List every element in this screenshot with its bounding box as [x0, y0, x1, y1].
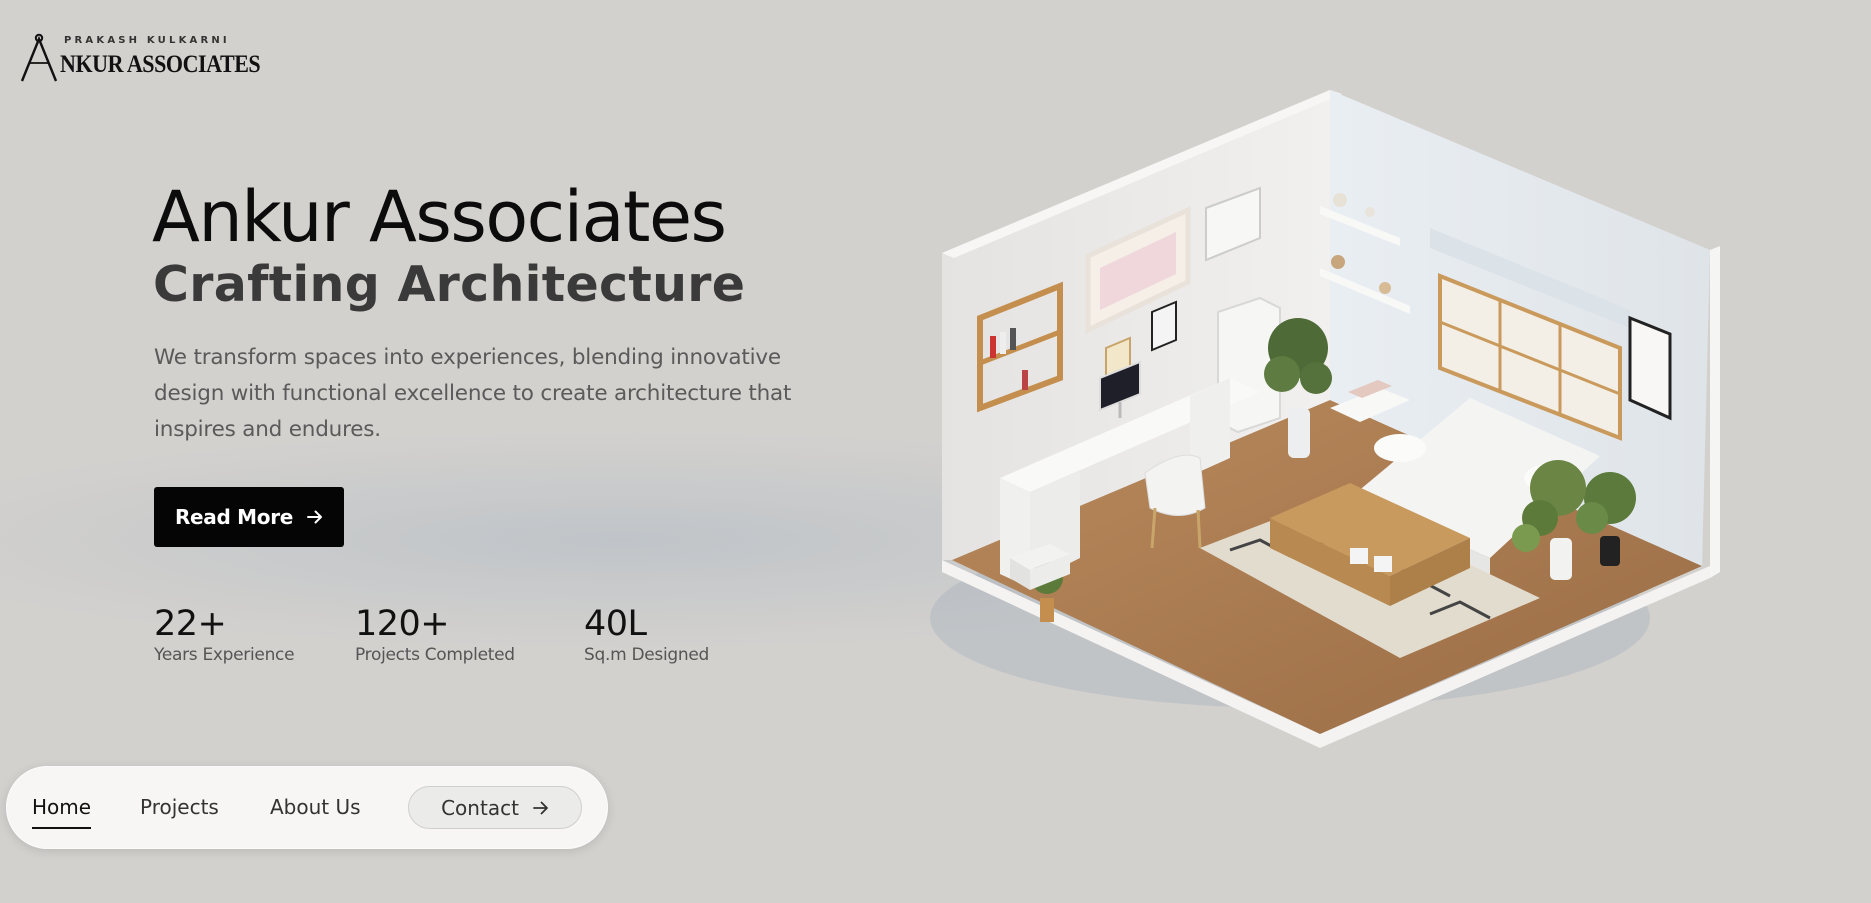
arrow-right-icon — [307, 510, 323, 524]
hero-title: Ankur Associates — [152, 176, 727, 258]
nav-item-about-us[interactable]: About Us — [270, 795, 361, 819]
stat-label: Projects Completed — [355, 645, 515, 665]
wall-poster — [1628, 315, 1672, 421]
arrow-right-icon — [533, 801, 548, 814]
hero-description: We transform spaces into experiences, bl… — [154, 345, 792, 442]
stat-value: 120+ — [355, 604, 450, 644]
hero-subtitle: Crafting Architecture — [153, 256, 746, 313]
read-more-label: Read More — [174, 505, 294, 529]
tall-plant-pot — [1288, 408, 1310, 458]
nav-item-label: Home — [32, 795, 92, 819]
stat-years-experience: 22+ Years Experience — [154, 603, 295, 665]
contact-label: Contact — [441, 795, 519, 820]
compass-a-icon — [20, 33, 58, 82]
stat-value: 40L — [584, 604, 647, 644]
bottom-nav-bar: Home Projects About Us Contact — [6, 766, 608, 849]
nav-item-label: Projects — [140, 795, 219, 819]
floor-plant-stand — [1040, 598, 1054, 622]
read-more-button[interactable]: Read More — [154, 487, 344, 547]
stat-projects-completed: 120+ Projects Completed — [355, 603, 515, 665]
nav-item-projects[interactable]: Projects — [140, 795, 219, 819]
nav-item-home[interactable]: Home — [32, 795, 92, 829]
right-wall-edge — [1710, 246, 1720, 578]
corner-plant-pot — [1600, 536, 1620, 566]
stat-label: Sq.m Designed — [584, 645, 709, 665]
brand-subtitle: PRAKASH KULKARNI — [64, 35, 230, 46]
active-underline — [32, 827, 92, 829]
contact-button[interactable]: Contact — [408, 786, 582, 829]
brand-name: NKUR ASSOCIATES — [60, 51, 261, 78]
nav-item-label: About Us — [270, 795, 361, 819]
stat-sqm-designed: 40L Sq.m Designed — [584, 603, 709, 665]
stat-label: Years Experience — [154, 645, 295, 665]
stat-value: 22+ — [154, 604, 227, 644]
brand-logo[interactable]: PRAKASH KULKARNI NKUR ASSOCIATES — [20, 33, 280, 83]
isometric-room-illustration — [930, 90, 1720, 748]
